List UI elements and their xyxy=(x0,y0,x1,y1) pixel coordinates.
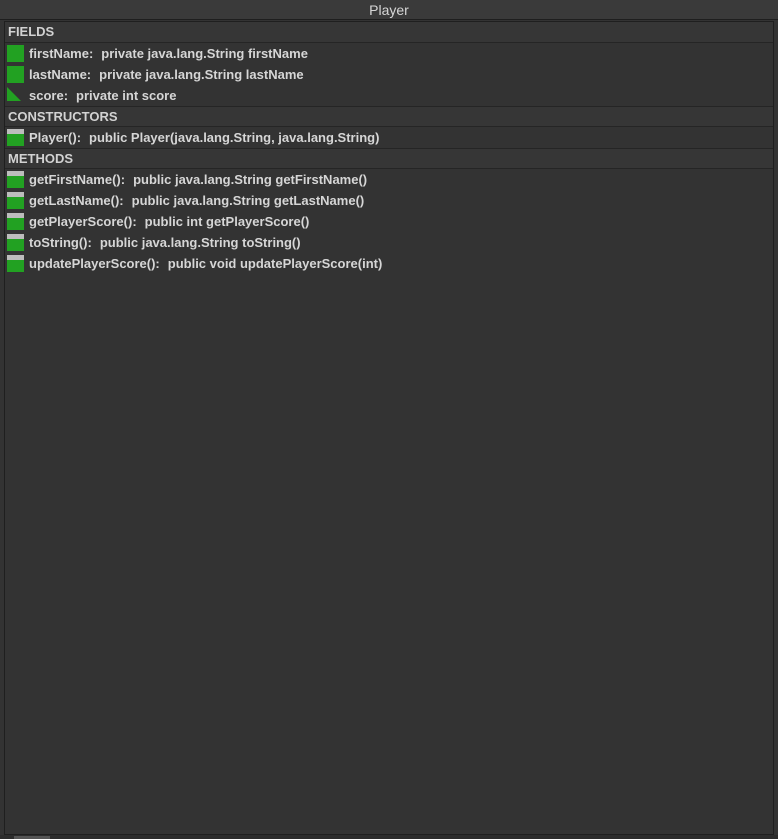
member-name: firstName: xyxy=(29,46,94,61)
package-field-icon xyxy=(7,87,21,101)
member-name: lastName: xyxy=(29,67,92,82)
public-field-icon xyxy=(7,45,24,62)
member-name: updatePlayerScore(): xyxy=(29,256,160,271)
member-signature: public java.lang.String getFirstName() xyxy=(133,172,368,187)
fields-section-header: FIELDS xyxy=(5,22,773,43)
member-name: toString(): xyxy=(29,235,92,250)
member-name: getLastName(): xyxy=(29,193,124,208)
method-icon xyxy=(7,129,24,146)
constructor-row-player[interactable]: Player(): public Player(java.lang.String,… xyxy=(5,127,773,148)
field-row-firstname[interactable]: firstName: private java.lang.String first… xyxy=(5,43,773,64)
method-row-updateplayerscore[interactable]: updatePlayerScore(): public void updatePl… xyxy=(5,253,773,274)
member-name: getFirstName(): xyxy=(29,172,126,187)
method-row-getplayerscore[interactable]: getPlayerScore(): public int getPlayerSco… xyxy=(5,211,773,232)
member-name: score: xyxy=(29,88,69,103)
method-row-tostring[interactable]: toString(): public java.lang.String toStr… xyxy=(5,232,773,253)
class-inspector-window: Player FIELDS firstName: private java.lan… xyxy=(0,0,778,839)
member-signature: private java.lang.String lastName xyxy=(99,67,304,82)
bottom-scrollbar[interactable] xyxy=(0,835,778,839)
method-row-getlastname[interactable]: getLastName(): public java.lang.String ge… xyxy=(5,190,773,211)
public-field-icon xyxy=(7,66,24,83)
method-icon xyxy=(7,192,24,209)
member-signature: public java.lang.String getLastName() xyxy=(131,193,365,208)
method-icon xyxy=(7,234,24,251)
member-list-panel: FIELDS firstName: private java.lang.Strin… xyxy=(4,21,774,835)
method-icon xyxy=(7,213,24,230)
window-title: Player xyxy=(0,0,778,20)
method-row-getfirstname[interactable]: getFirstName(): public java.lang.String g… xyxy=(5,169,773,190)
constructors-section-header: CONSTRUCTORS xyxy=(5,106,773,127)
field-row-lastname[interactable]: lastName: private java.lang.String lastNa… xyxy=(5,64,773,85)
method-icon xyxy=(7,171,24,188)
member-signature: private java.lang.String firstName xyxy=(101,46,308,61)
member-signature: public void updatePlayerScore(int) xyxy=(167,256,383,271)
methods-section-header: METHODS xyxy=(5,148,773,169)
member-signature: private int score xyxy=(76,88,177,103)
method-icon xyxy=(7,255,24,272)
member-signature: public java.lang.String toString() xyxy=(99,235,301,250)
member-signature: public int getPlayerScore() xyxy=(144,214,310,229)
member-signature: public Player(java.lang.String, java.lan… xyxy=(89,130,380,145)
field-row-score[interactable]: score: private int score xyxy=(5,85,773,106)
member-name: getPlayerScore(): xyxy=(29,214,137,229)
member-name: Player(): xyxy=(29,130,82,145)
